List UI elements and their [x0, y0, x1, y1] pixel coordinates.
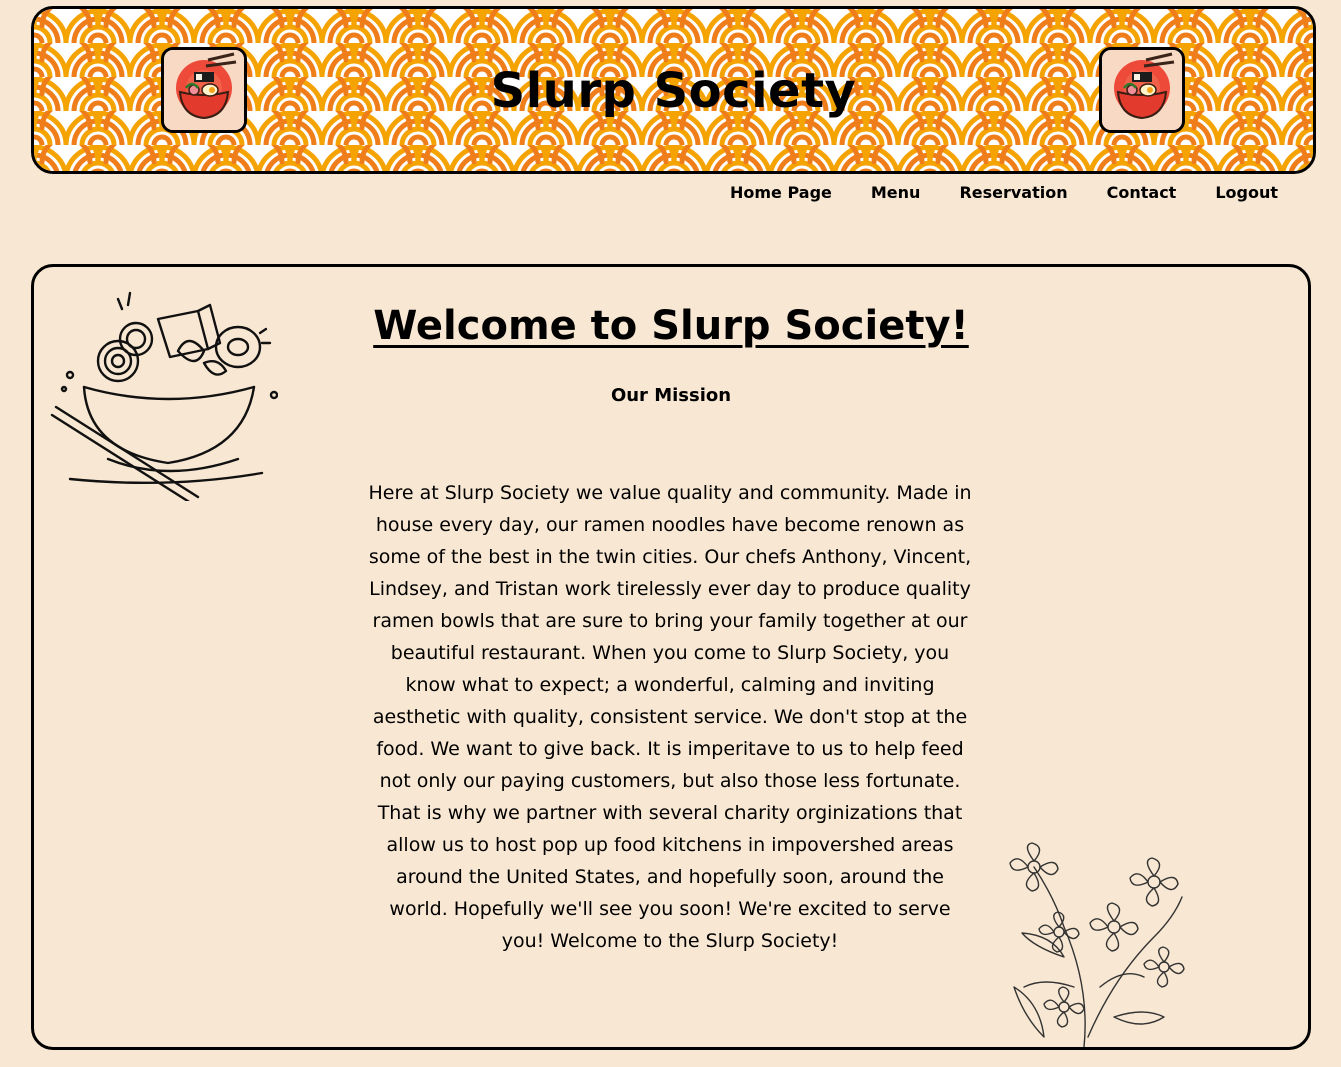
ramen-bowl-logo-icon — [1102, 50, 1182, 130]
ramen-logo-right — [1099, 47, 1185, 133]
flower-sketch-icon — [1009, 842, 1185, 1047]
main-nav: Home Page Menu Reservation Contact Logou… — [691, 183, 1278, 203]
header-banner: Slurp Society — [31, 6, 1316, 174]
nav-reservation[interactable]: Reservation — [959, 183, 1067, 203]
nav-logout[interactable]: Logout — [1215, 183, 1278, 203]
nav-menu[interactable]: Menu — [871, 183, 921, 203]
mission-text: Here at Slurp Society we value quality a… — [368, 482, 972, 952]
content-card: Welcome to Slurp Society! Our Mission He… — [31, 264, 1311, 1050]
mission-heading: Our Mission — [610, 385, 732, 406]
nav-contact[interactable]: Contact — [1107, 183, 1177, 203]
welcome-title: Welcome to Slurp Society! — [373, 303, 969, 349]
nav-home-page[interactable]: Home Page — [730, 183, 832, 203]
